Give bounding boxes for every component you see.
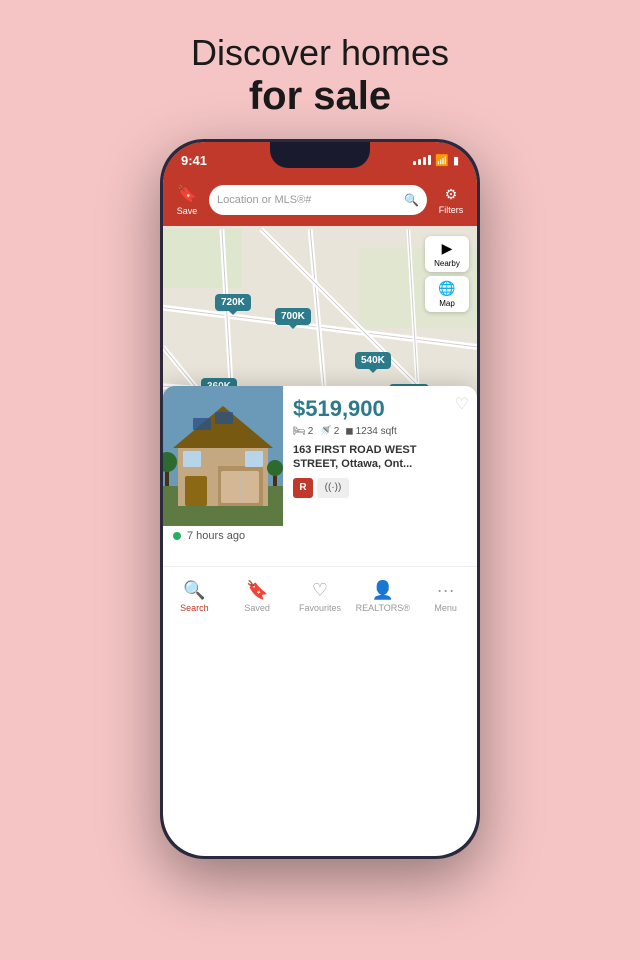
bookmark-icon: 🔖 [177,184,197,204]
favourites-nav-label: Favourites [299,603,341,613]
sqft-value: 1234 sqft [356,426,397,437]
phone-screen: 9:41 📶 ▮ 🔖 Save Location or MLS®# [163,142,477,856]
property-image [163,386,283,526]
card-content: ♡ $519,900 🛏 2 🚿 2 [283,386,477,526]
price-pin-700k[interactable]: 700K [275,308,311,325]
map-controls: ▶ Nearby 🌐 Map [425,236,469,312]
card-details: 🛏 2 🚿 2 ◼ 1234 sqft [293,426,467,437]
realtor-badge: R [293,478,313,498]
listing-badge: ((·)) [317,478,349,498]
search-nav-icon: 🔍 [183,580,205,601]
search-placeholder: Location or MLS®# [217,194,400,206]
bathrooms-detail: 🚿 2 [319,426,339,437]
saved-nav-icon: 🔖 [246,580,268,601]
card-inner: ♡ $519,900 🛏 2 🚿 2 [163,386,477,526]
house-svg [163,386,283,526]
header-line2: for sale [0,74,640,119]
filters-icon: ⚙ [445,186,458,203]
battery-icon: ▮ [453,154,459,167]
save-button[interactable]: 🔖 Save [173,184,201,216]
price-pin-720k[interactable]: 720K [215,294,251,311]
bathroom-count: 2 [334,426,340,437]
time-ago: 7 hours ago [187,530,245,542]
notch [270,142,370,168]
bottom-nav: 🔍 Search 🔖 Saved ♡ Favourites 👤 REALTORS… [163,566,477,626]
search-bar[interactable]: Location or MLS®# 🔍 [209,185,427,215]
app-header: 🔖 Save Location or MLS®# 🔍 ⚙ Filters [163,178,477,226]
signal-icon [413,155,431,165]
header-line1: Discover homes [0,32,640,74]
nav-menu[interactable]: ··· Menu [414,567,477,626]
saved-nav-label: Saved [244,603,270,613]
nav-search[interactable]: 🔍 Search [163,567,226,626]
status-time: 9:41 [181,153,207,168]
realtors-nav-label: REALTORS® [356,603,410,613]
address-line2: STREET, Ottawa, Ont... [293,458,412,470]
status-bar: 9:41 📶 ▮ [163,142,477,178]
price-pin-540k[interactable]: 540K [355,352,391,369]
page-header: Discover homes for sale [0,0,640,139]
globe-icon: 🌐 [438,280,455,297]
menu-nav-label: Menu [434,603,457,613]
nav-realtors[interactable]: 👤 REALTORS® [351,567,414,626]
nearby-icon: ▶ [442,240,453,257]
card-badges: R ((·)) [293,478,467,498]
favourites-nav-icon: ♡ [312,580,328,601]
filters-label: Filters [439,205,464,215]
save-label: Save [177,206,198,216]
filters-button[interactable]: ⚙ Filters [435,186,467,215]
online-indicator [173,532,181,540]
nav-saved[interactable]: 🔖 Saved [226,567,289,626]
realtors-nav-icon: 👤 [372,580,394,601]
map-label: Map [439,299,455,308]
search-nav-label: Search [180,603,209,613]
bedrooms-detail: 🛏 2 [293,426,313,437]
phone-mockup: 9:41 📶 ▮ 🔖 Save Location or MLS®# [160,139,480,859]
status-icons: 📶 ▮ [413,154,459,167]
card-price: $519,900 [293,396,467,422]
map-area[interactable]: 720K 700K 540K 360K 1.20M 685K 520K ▶ Ne… [163,226,477,566]
sqft-detail: ◼ 1234 sqft [345,426,396,437]
nearby-button[interactable]: ▶ Nearby [425,236,469,272]
card-address: 163 FIRST ROAD WEST STREET, Ottawa, Ont.… [293,443,467,472]
favorite-icon[interactable]: ♡ [455,394,469,414]
property-card[interactable]: ♡ $519,900 🛏 2 🚿 2 [163,386,477,566]
address-line1: 163 FIRST ROAD WEST [293,444,416,456]
bed-icon: 🛏 [293,426,306,437]
menu-nav-icon: ··· [437,580,455,601]
area-icon: ◼ [345,426,353,437]
search-icon[interactable]: 🔍 [404,193,419,207]
bath-icon: 🚿 [319,426,331,437]
nearby-label: Nearby [434,259,460,268]
bedroom-count: 2 [308,426,314,437]
nav-favourites[interactable]: ♡ Favourites [289,567,352,626]
wifi-icon: 📶 [435,154,449,167]
map-view-button[interactable]: 🌐 Map [425,276,469,312]
card-footer: 7 hours ago [163,526,477,550]
